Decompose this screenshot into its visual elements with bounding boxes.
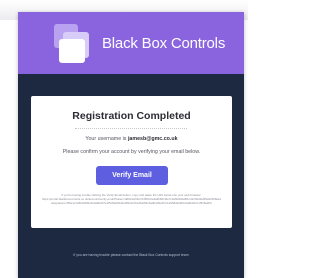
email-preview: Black Box Controls Registration Complete… — [18, 12, 244, 278]
stacked-squares-logo-icon — [54, 24, 94, 64]
fine-print: If you're having trouble clicking the Ve… — [42, 193, 221, 217]
logo-square-front — [59, 39, 85, 63]
username-value[interactable]: jamesb@gmc.co.uk — [128, 136, 178, 142]
brand-name: Black Box Controls — [102, 35, 226, 52]
verify-link-line[interactable]: &signature=3f9e1c7a5b2d8f4e6c0a9b3d7e1f5… — [42, 201, 221, 205]
footer-text: If you are having trouble please contact… — [73, 253, 189, 257]
username-line: Your username is jamesb@gmc.co.uk — [31, 136, 232, 142]
username-prefix: Your username is — [85, 136, 127, 142]
verify-email-button[interactable]: Verify Email — [96, 166, 168, 185]
confirm-instruction: Please confirm your account by verifying… — [62, 149, 201, 155]
brand-header: Black Box Controls — [18, 12, 244, 74]
email-title: Registration Completed — [72, 110, 191, 122]
title-divider — [75, 128, 187, 129]
registration-card: Registration Completed Your username is … — [31, 96, 232, 228]
